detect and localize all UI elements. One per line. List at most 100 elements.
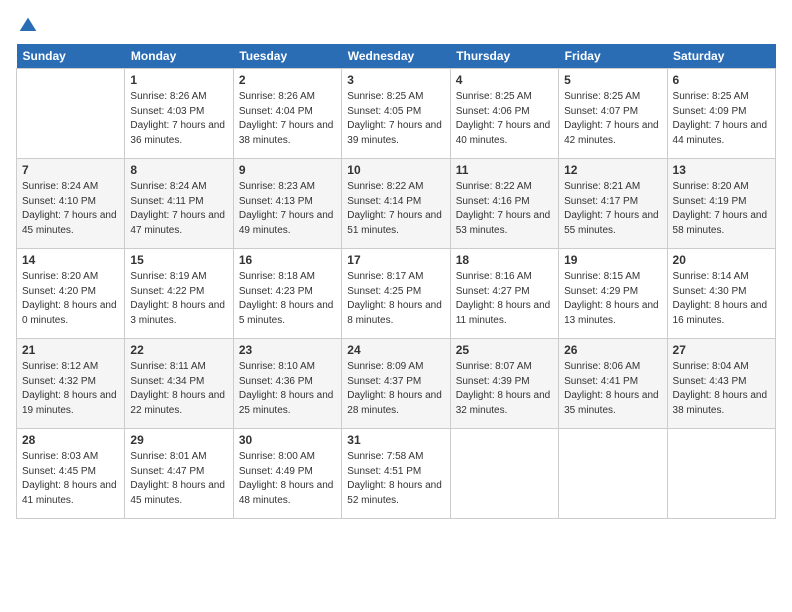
day-cell: 2 Sunrise: 8:26 AMSunset: 4:04 PMDaylight… (233, 69, 341, 159)
day-cell: 25 Sunrise: 8:07 AMSunset: 4:39 PMDayligh… (450, 339, 558, 429)
day-cell: 17 Sunrise: 8:17 AMSunset: 4:25 PMDayligh… (342, 249, 450, 339)
day-cell: 31 Sunrise: 7:58 AMSunset: 4:51 PMDayligh… (342, 429, 450, 519)
day-cell: 27Sunrise: 8:04 AMSunset: 4:43 PMDayligh… (667, 339, 775, 429)
day-cell (559, 429, 667, 519)
logo-icon (18, 16, 38, 36)
week-row: 21Sunrise: 8:12 AMSunset: 4:32 PMDayligh… (17, 339, 776, 429)
day-number: 13 (673, 163, 770, 177)
day-number: 26 (564, 343, 661, 357)
day-number: 4 (456, 73, 553, 87)
day-number: 29 (130, 433, 227, 447)
day-cell: 10 Sunrise: 8:22 AMSunset: 4:14 PMDayligh… (342, 159, 450, 249)
header-day: Tuesday (233, 44, 341, 69)
day-info: Sunrise: 8:18 AMSunset: 4:23 PMDaylight:… (239, 270, 336, 328)
day-cell: 14 Sunrise: 8:20 AMSunset: 4:20 PMDayligh… (17, 249, 125, 339)
day-cell: 8Sunrise: 8:24 AMSunset: 4:11 PMDaylight… (125, 159, 233, 249)
day-info: Sunrise: 8:22 AMSunset: 4:16 PMDaylight:… (456, 180, 553, 238)
day-info: Sunrise: 8:25 AMSunset: 4:06 PMDaylight:… (456, 90, 553, 148)
week-row: 7 Sunrise: 8:24 AMSunset: 4:10 PMDaylight… (17, 159, 776, 249)
day-info: Sunrise: 8:26 AMSunset: 4:03 PMDaylight:… (130, 90, 227, 148)
day-info: Sunrise: 8:25 AMSunset: 4:07 PMDaylight:… (564, 90, 661, 148)
header-day: Wednesday (342, 44, 450, 69)
day-number: 30 (239, 433, 336, 447)
day-info: Sunrise: 8:06 AMSunset: 4:41 PMDaylight:… (564, 360, 661, 418)
day-cell: 3 Sunrise: 8:25 AMSunset: 4:05 PMDaylight… (342, 69, 450, 159)
day-number: 25 (456, 343, 553, 357)
day-number: 9 (239, 163, 336, 177)
day-number: 18 (456, 253, 553, 267)
day-cell: 11 Sunrise: 8:22 AMSunset: 4:16 PMDayligh… (450, 159, 558, 249)
day-number: 24 (347, 343, 444, 357)
day-info: Sunrise: 8:11 AMSunset: 4:34 PMDaylight:… (130, 360, 227, 418)
day-cell: 4 Sunrise: 8:25 AMSunset: 4:06 PMDaylight… (450, 69, 558, 159)
day-cell: 22Sunrise: 8:11 AMSunset: 4:34 PMDayligh… (125, 339, 233, 429)
day-cell: 26 Sunrise: 8:06 AMSunset: 4:41 PMDayligh… (559, 339, 667, 429)
day-info: Sunrise: 7:58 AMSunset: 4:51 PMDaylight:… (347, 450, 444, 508)
day-cell: 13 Sunrise: 8:20 AMSunset: 4:19 PMDayligh… (667, 159, 775, 249)
day-info: Sunrise: 8:25 AMSunset: 4:05 PMDaylight:… (347, 90, 444, 148)
day-info: Sunrise: 8:24 AMSunset: 4:10 PMDaylight:… (22, 180, 119, 238)
header-day: Sunday (17, 44, 125, 69)
day-cell: 24Sunrise: 8:09 AMSunset: 4:37 PMDayligh… (342, 339, 450, 429)
day-number: 20 (673, 253, 770, 267)
day-number: 7 (22, 163, 119, 177)
day-info: Sunrise: 8:01 AMSunset: 4:47 PMDaylight:… (130, 450, 227, 508)
day-cell: 15Sunrise: 8:19 AMSunset: 4:22 PMDayligh… (125, 249, 233, 339)
day-info: Sunrise: 8:20 AMSunset: 4:19 PMDaylight:… (673, 180, 770, 238)
day-cell (667, 429, 775, 519)
header-day: Monday (125, 44, 233, 69)
day-cell: 5 Sunrise: 8:25 AMSunset: 4:07 PMDaylight… (559, 69, 667, 159)
day-number: 23 (239, 343, 336, 357)
day-info: Sunrise: 8:24 AMSunset: 4:11 PMDaylight:… (130, 180, 227, 238)
day-number: 3 (347, 73, 444, 87)
day-info: Sunrise: 8:15 AMSunset: 4:29 PMDaylight:… (564, 270, 661, 328)
day-number: 1 (130, 73, 227, 87)
day-info: Sunrise: 8:14 AMSunset: 4:30 PMDaylight:… (673, 270, 770, 328)
day-cell (450, 429, 558, 519)
week-row: 28 Sunrise: 8:03 AMSunset: 4:45 PMDayligh… (17, 429, 776, 519)
day-cell: 21Sunrise: 8:12 AMSunset: 4:32 PMDayligh… (17, 339, 125, 429)
day-number: 6 (673, 73, 770, 87)
day-number: 19 (564, 253, 661, 267)
week-row: 14 Sunrise: 8:20 AMSunset: 4:20 PMDayligh… (17, 249, 776, 339)
day-info: Sunrise: 8:21 AMSunset: 4:17 PMDaylight:… (564, 180, 661, 238)
day-number: 31 (347, 433, 444, 447)
day-info: Sunrise: 8:00 AMSunset: 4:49 PMDaylight:… (239, 450, 336, 508)
calendar-table: SundayMondayTuesdayWednesdayThursdayFrid… (16, 44, 776, 519)
day-number: 14 (22, 253, 119, 267)
day-info: Sunrise: 8:16 AMSunset: 4:27 PMDaylight:… (456, 270, 553, 328)
header (16, 16, 776, 32)
day-number: 5 (564, 73, 661, 87)
day-info: Sunrise: 8:04 AMSunset: 4:43 PMDaylight:… (673, 360, 770, 418)
header-row: SundayMondayTuesdayWednesdayThursdayFrid… (17, 44, 776, 69)
day-info: Sunrise: 8:22 AMSunset: 4:14 PMDaylight:… (347, 180, 444, 238)
day-number: 10 (347, 163, 444, 177)
day-number: 2 (239, 73, 336, 87)
day-number: 15 (130, 253, 227, 267)
day-cell: 28 Sunrise: 8:03 AMSunset: 4:45 PMDayligh… (17, 429, 125, 519)
day-number: 12 (564, 163, 661, 177)
day-cell: 16 Sunrise: 8:18 AMSunset: 4:23 PMDayligh… (233, 249, 341, 339)
day-number: 11 (456, 163, 553, 177)
day-cell: 19 Sunrise: 8:15 AMSunset: 4:29 PMDayligh… (559, 249, 667, 339)
day-info: Sunrise: 8:26 AMSunset: 4:04 PMDaylight:… (239, 90, 336, 148)
day-cell: 1 Sunrise: 8:26 AMSunset: 4:03 PMDaylight… (125, 69, 233, 159)
day-number: 28 (22, 433, 119, 447)
day-number: 16 (239, 253, 336, 267)
day-info: Sunrise: 8:25 AMSunset: 4:09 PMDaylight:… (673, 90, 770, 148)
day-info: Sunrise: 8:23 AMSunset: 4:13 PMDaylight:… (239, 180, 336, 238)
day-info: Sunrise: 8:12 AMSunset: 4:32 PMDaylight:… (22, 360, 119, 418)
day-info: Sunrise: 8:03 AMSunset: 4:45 PMDaylight:… (22, 450, 119, 508)
day-info: Sunrise: 8:07 AMSunset: 4:39 PMDaylight:… (456, 360, 553, 418)
day-info: Sunrise: 8:20 AMSunset: 4:20 PMDaylight:… (22, 270, 119, 328)
header-day: Thursday (450, 44, 558, 69)
day-cell: 7 Sunrise: 8:24 AMSunset: 4:10 PMDaylight… (17, 159, 125, 249)
logo (16, 16, 38, 32)
day-cell: 30 Sunrise: 8:00 AMSunset: 4:49 PMDayligh… (233, 429, 341, 519)
day-info: Sunrise: 8:17 AMSunset: 4:25 PMDaylight:… (347, 270, 444, 328)
day-cell: 23 Sunrise: 8:10 AMSunset: 4:36 PMDayligh… (233, 339, 341, 429)
day-info: Sunrise: 8:10 AMSunset: 4:36 PMDaylight:… (239, 360, 336, 418)
header-day: Friday (559, 44, 667, 69)
day-number: 17 (347, 253, 444, 267)
header-day: Saturday (667, 44, 775, 69)
